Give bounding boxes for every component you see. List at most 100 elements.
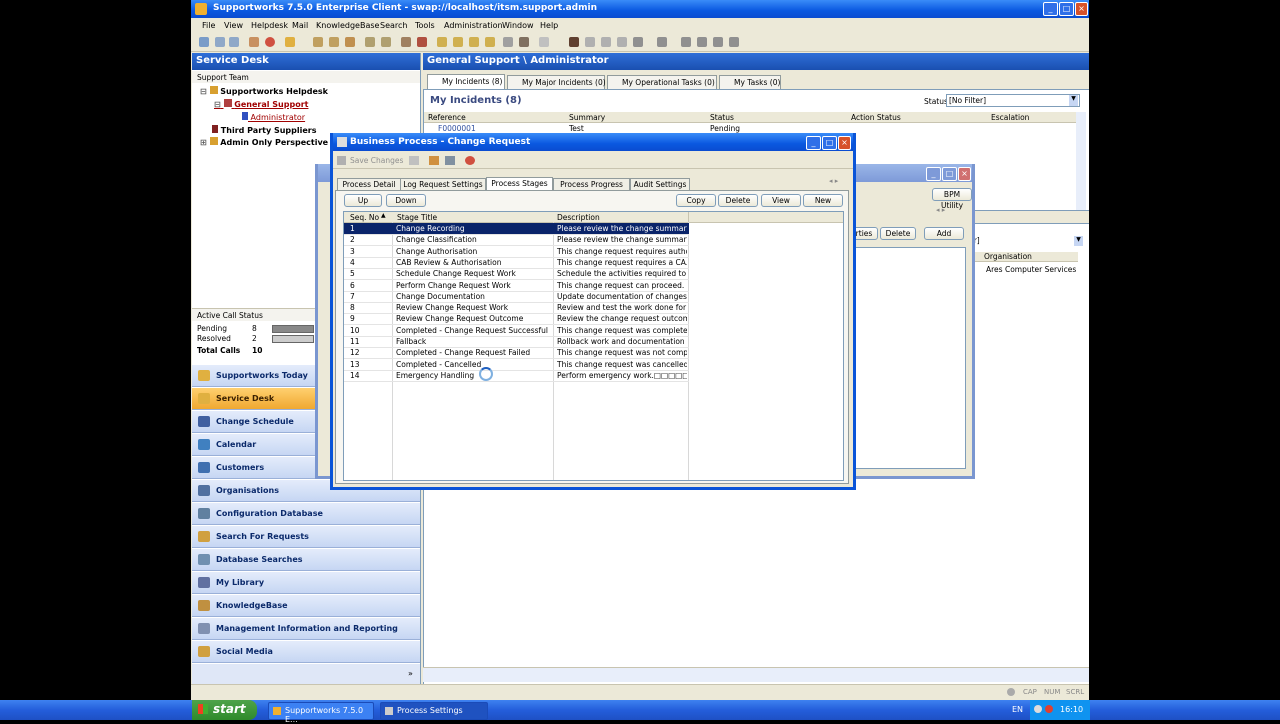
pen2-icon[interactable]	[453, 37, 463, 47]
search2-icon[interactable]	[601, 37, 611, 47]
table-row[interactable]: 1 Change Recording Please review the chang…	[344, 223, 689, 235]
save-changes-button[interactable]: Save Changes	[350, 156, 403, 165]
incidents-scrollbar[interactable]	[1076, 112, 1086, 210]
new-call-icon[interactable]	[285, 37, 295, 47]
dialog-titlebar[interactable]: Business Process - Change Request	[333, 133, 853, 151]
menu-view[interactable]: View	[224, 21, 243, 30]
layout3-icon[interactable]	[713, 37, 723, 47]
help-icon[interactable]	[265, 37, 275, 47]
pen-icon[interactable]	[437, 37, 447, 47]
forward-icon[interactable]	[229, 37, 239, 47]
window-titlebar[interactable]: Supportworks 7.5.0 Enterprise Client - s…	[191, 0, 1089, 18]
dialog-close-button[interactable]: ×	[838, 136, 851, 150]
layout4-icon[interactable]	[729, 37, 739, 47]
minimize-button[interactable]: _	[1043, 2, 1058, 16]
tree-third-party[interactable]: Third Party Suppliers	[212, 125, 317, 135]
table-row[interactable]: 7 Change Documentation Update documentatio…	[344, 291, 689, 303]
lock-icon[interactable]	[633, 37, 643, 47]
nav-social-media[interactable]: Social Media	[192, 641, 420, 663]
delete-button[interactable]: Delete	[718, 194, 758, 207]
help-icon[interactable]	[465, 156, 475, 165]
bg-close-button[interactable]: ×	[958, 167, 971, 181]
network-icon[interactable]	[1034, 705, 1042, 713]
print-icon[interactable]	[409, 156, 419, 165]
column-seq-no[interactable]: Seq. No ▲	[344, 212, 393, 223]
menu-knowledgebase[interactable]: KnowledgeBase	[316, 21, 379, 30]
menu-tools[interactable]: Tools	[415, 21, 435, 30]
menu-window[interactable]: Window	[502, 21, 534, 30]
pen3-icon[interactable]	[469, 37, 479, 47]
nav-configuration-database[interactable]: Configuration Database	[192, 503, 420, 525]
bpm-utility-button[interactable]: BPM Utility	[932, 188, 972, 210]
hand-icon[interactable]	[429, 156, 439, 165]
menu-mail[interactable]: Mail	[292, 21, 308, 30]
tools-icon[interactable]	[519, 37, 529, 47]
tab-process-stages[interactable]: Process Stages	[486, 177, 553, 191]
table-row[interactable]: 5 Schedule Change Request Work Schedule th…	[344, 268, 689, 281]
column-stage-title[interactable]: Stage Title	[392, 212, 554, 223]
security-icon[interactable]	[1045, 705, 1053, 713]
assign-icon[interactable]	[329, 37, 339, 47]
log-call-icon[interactable]	[313, 37, 323, 47]
tree-admin-perspective[interactable]: ⊞ Admin Only Perspective	[200, 137, 328, 147]
pen4-icon[interactable]	[485, 37, 495, 47]
nav-my-library[interactable]: My Library	[192, 572, 420, 594]
tab-scroll-arrows-icon[interactable]: ◂ ▸	[829, 177, 838, 185]
tab-my-operational-tasks[interactable]: My Operational Tasks (0)	[607, 75, 717, 89]
status-filter-select[interactable]: [No Filter] ▼	[946, 94, 1080, 107]
table-row[interactable]: 13 Completed - Cancelled This change reque…	[344, 359, 689, 371]
table-row[interactable]: 12 Completed - Change Request Failed This …	[344, 347, 689, 360]
dialog-maximize-button[interactable]: □	[822, 136, 837, 150]
nav-knowledgebase[interactable]: KnowledgeBase	[192, 595, 420, 617]
maximize-button[interactable]: □	[1059, 2, 1074, 16]
horizontal-scrollbar[interactable]	[423, 667, 1089, 682]
hold-icon[interactable]	[345, 37, 355, 47]
start-button[interactable]: start	[192, 700, 257, 720]
tree-administrator[interactable]: Administrator	[242, 112, 305, 122]
table-row[interactable]: 10 Completed - Change Request Successful T…	[344, 325, 689, 337]
export-icon[interactable]	[445, 156, 455, 165]
copy-button[interactable]: Copy	[676, 194, 716, 207]
cancel-icon[interactable]	[417, 37, 427, 47]
refresh-icon[interactable]	[199, 37, 209, 47]
grid-icon[interactable]	[657, 37, 667, 47]
column-description[interactable]: Description	[553, 212, 689, 223]
close-call-icon[interactable]	[381, 37, 391, 47]
table-row[interactable]: 8 Review Change Request Work Review and te…	[344, 302, 689, 315]
table-row[interactable]: 11 Fallback Rollback work and documentatio…	[344, 336, 689, 348]
menu-helpdesk[interactable]: Helpdesk	[251, 21, 288, 30]
bg-maximize-button[interactable]: □	[942, 167, 957, 181]
close-button[interactable]: ×	[1075, 2, 1088, 16]
watch-icon[interactable]	[503, 37, 513, 47]
down-button[interactable]: Down	[386, 194, 426, 207]
tab-my-incidents[interactable]: My Incidents (8)	[427, 74, 505, 89]
menu-file[interactable]: File	[202, 21, 215, 30]
expand-nav-icon[interactable]: »	[408, 669, 413, 678]
table-row[interactable]: 4 CAB Review & Authorisation This change r…	[344, 257, 689, 269]
menu-administration[interactable]: Administration	[444, 21, 503, 30]
tab-my-major-incidents[interactable]: My Major Incidents (0)	[507, 75, 606, 89]
nav-database-searches[interactable]: Database Searches	[192, 549, 420, 571]
delete-button-bg[interactable]: Delete	[880, 227, 916, 240]
language-indicator[interactable]: EN	[1012, 705, 1023, 714]
search3-icon[interactable]	[617, 37, 627, 47]
nav-mi-reporting[interactable]: Management Information and Reporting	[192, 618, 420, 640]
up-button[interactable]: Up	[344, 194, 382, 207]
mail-icon[interactable]	[539, 37, 549, 47]
layout2-icon[interactable]	[697, 37, 707, 47]
table-row[interactable]: 6 Perform Change Request Work This change …	[344, 280, 689, 292]
table-row[interactable]: 3 Change Authorisation This change request…	[344, 246, 689, 258]
menu-help[interactable]: Help	[540, 21, 558, 30]
bg-minimize-button[interactable]: _	[926, 167, 941, 181]
table-row[interactable]: 2 Change Classification Please review the …	[344, 234, 689, 247]
menu-search[interactable]: Search	[380, 21, 407, 30]
back-icon[interactable]	[215, 37, 225, 47]
tab-scroll-arrows-icon[interactable]: ◂ ▸	[936, 206, 945, 214]
tree-general-support[interactable]: ⊟ General Support	[214, 99, 308, 109]
task-supportworks[interactable]: Supportworks 7.5.0 E...	[268, 702, 374, 724]
view-button[interactable]: View	[761, 194, 801, 207]
update-icon[interactable]	[401, 37, 411, 47]
print-icon[interactable]	[249, 37, 259, 47]
resolve-icon[interactable]	[365, 37, 375, 47]
tree-supportworks-helpdesk[interactable]: ⊟ Supportworks Helpdesk	[200, 86, 328, 96]
